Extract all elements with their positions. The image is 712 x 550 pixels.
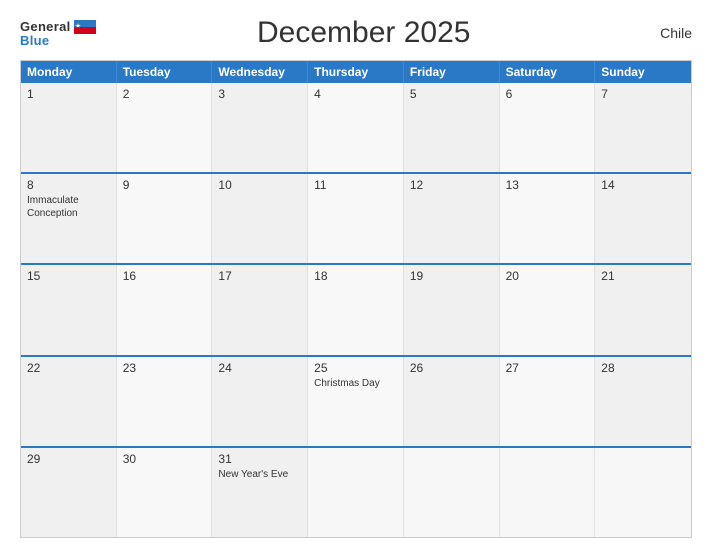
day-24: 24: [212, 357, 308, 446]
day-15: 15: [21, 265, 117, 354]
header-sunday: Sunday: [595, 61, 691, 83]
day-18: 18: [308, 265, 404, 354]
header: General Blue December 2025 Chile: [20, 16, 692, 50]
header-wednesday: Wednesday: [212, 61, 308, 83]
day-20: 20: [500, 265, 596, 354]
day-19: 19: [404, 265, 500, 354]
logo-flag-icon: [74, 20, 96, 34]
calendar-header: Monday Tuesday Wednesday Thursday Friday…: [21, 61, 691, 83]
day-10: 10: [212, 174, 308, 263]
day-28: 28: [595, 357, 691, 446]
week-1: 1 2 3 4 5 6 7: [21, 83, 691, 172]
day-11: 11: [308, 174, 404, 263]
day-empty-2: [404, 448, 500, 537]
logo: General Blue: [20, 20, 96, 47]
header-tuesday: Tuesday: [117, 61, 213, 83]
day-2: 2: [117, 83, 213, 172]
header-thursday: Thursday: [308, 61, 404, 83]
day-17: 17: [212, 265, 308, 354]
day-31: 31 New Year's Eve: [212, 448, 308, 537]
header-monday: Monday: [21, 61, 117, 83]
logo-blue-text: Blue: [20, 34, 49, 47]
day-29: 29: [21, 448, 117, 537]
calendar-body: 1 2 3 4 5 6 7 8 Immaculate Conception 9 …: [21, 83, 691, 537]
day-empty-1: [308, 448, 404, 537]
day-empty-3: [500, 448, 596, 537]
day-12: 12: [404, 174, 500, 263]
day-7: 7: [595, 83, 691, 172]
day-14: 14: [595, 174, 691, 263]
day-5: 5: [404, 83, 500, 172]
day-23: 23: [117, 357, 213, 446]
day-25: 25 Christmas Day: [308, 357, 404, 446]
calendar-title: December 2025: [96, 16, 632, 50]
day-3: 3: [212, 83, 308, 172]
day-13: 13: [500, 174, 596, 263]
week-2: 8 Immaculate Conception 9 10 11 12 13 14: [21, 172, 691, 263]
country-label: Chile: [632, 25, 692, 41]
page: General Blue December 2025 Chile Monday …: [0, 0, 712, 550]
day-empty-4: [595, 448, 691, 537]
day-22: 22: [21, 357, 117, 446]
logo-general-text: General: [20, 20, 71, 33]
day-9: 9: [117, 174, 213, 263]
day-30: 30: [117, 448, 213, 537]
day-4: 4: [308, 83, 404, 172]
week-5: 29 30 31 New Year's Eve: [21, 446, 691, 537]
header-saturday: Saturday: [500, 61, 596, 83]
day-26: 26: [404, 357, 500, 446]
header-friday: Friday: [404, 61, 500, 83]
day-8: 8 Immaculate Conception: [21, 174, 117, 263]
calendar: Monday Tuesday Wednesday Thursday Friday…: [20, 60, 692, 538]
day-27: 27: [500, 357, 596, 446]
day-16: 16: [117, 265, 213, 354]
day-1: 1: [21, 83, 117, 172]
week-4: 22 23 24 25 Christmas Day 26 27 28: [21, 355, 691, 446]
day-6: 6: [500, 83, 596, 172]
day-21: 21: [595, 265, 691, 354]
week-3: 15 16 17 18 19 20 21: [21, 263, 691, 354]
